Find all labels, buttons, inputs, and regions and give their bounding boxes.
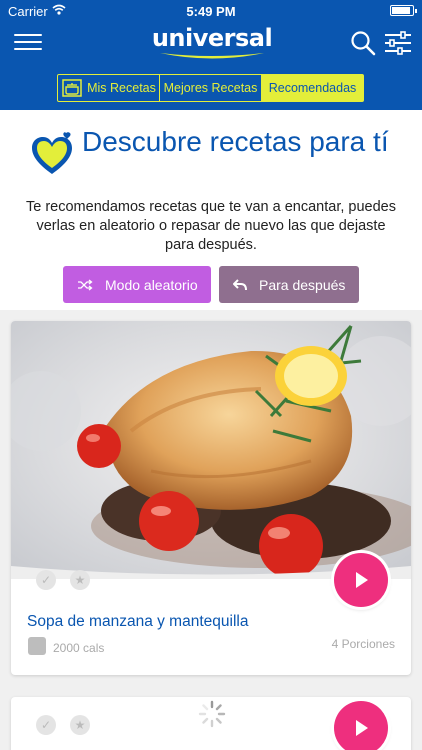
hamburger-menu-icon[interactable] xyxy=(14,34,42,54)
tab-label: Mis Recetas xyxy=(87,81,156,95)
play-button[interactable] xyxy=(334,553,388,607)
shuffle-icon xyxy=(78,278,93,291)
scale-icon xyxy=(28,637,46,655)
recommendations-intro: Descubre recetas para tí Te recomendamos… xyxy=(0,110,422,310)
clock: 5:49 PM xyxy=(186,4,236,19)
universal-logo: universal xyxy=(150,24,274,64)
app-header: universal Mis Recetas Mejores Recetas Re… xyxy=(0,22,422,110)
check-icon[interactable]: ✓ xyxy=(36,715,56,735)
star-icon[interactable]: ★ xyxy=(70,715,90,735)
recipe-tabs: Mis Recetas Mejores Recetas Recomendadas xyxy=(57,74,364,102)
tab-mis-recetas[interactable]: Mis Recetas xyxy=(58,75,160,101)
save-for-later-label: Para después xyxy=(259,276,346,293)
recipe-card-loading[interactable]: ✓ ★ xyxy=(11,697,411,750)
status-bar: Carrier 5:49 PM xyxy=(0,0,422,22)
undo-arrow-icon xyxy=(233,278,247,290)
tab-label: Recomendadas xyxy=(268,81,357,95)
recipe-calories: 2000 cals xyxy=(53,641,105,655)
random-mode-button[interactable]: Modo aleatorio xyxy=(63,266,211,303)
search-icon[interactable] xyxy=(350,30,376,56)
random-mode-label: Modo aleatorio xyxy=(105,276,198,293)
recipe-photo xyxy=(11,321,411,579)
pot-icon xyxy=(62,79,82,97)
loading-spinner-icon xyxy=(198,700,226,728)
recipe-portions: 4 Porciones xyxy=(331,637,395,651)
filter-sliders-icon[interactable] xyxy=(384,30,412,56)
save-for-later-button[interactable]: Para después xyxy=(219,266,359,303)
play-button[interactable] xyxy=(334,701,388,750)
check-icon[interactable]: ✓ xyxy=(36,570,56,590)
page-title: Descubre recetas para tí xyxy=(82,126,389,157)
star-icon[interactable]: ★ xyxy=(70,570,90,590)
play-icon xyxy=(356,572,368,588)
tab-recomendadas[interactable]: Recomendadas xyxy=(262,75,363,101)
logo-swoosh xyxy=(160,53,264,59)
battery-icon xyxy=(390,5,417,16)
recipe-card[interactable]: ✓ ★ Sopa de manzana y mantequilla 2000 c… xyxy=(11,321,411,675)
tab-mejores-recetas[interactable]: Mejores Recetas xyxy=(160,75,262,101)
intro-description: Te recomendamos recetas que te van a enc… xyxy=(26,199,396,253)
heart-icon xyxy=(32,132,72,174)
tab-label: Mejores Recetas xyxy=(163,81,258,95)
play-icon xyxy=(356,720,368,736)
recipe-name[interactable]: Sopa de manzana y mantequilla xyxy=(27,613,248,631)
